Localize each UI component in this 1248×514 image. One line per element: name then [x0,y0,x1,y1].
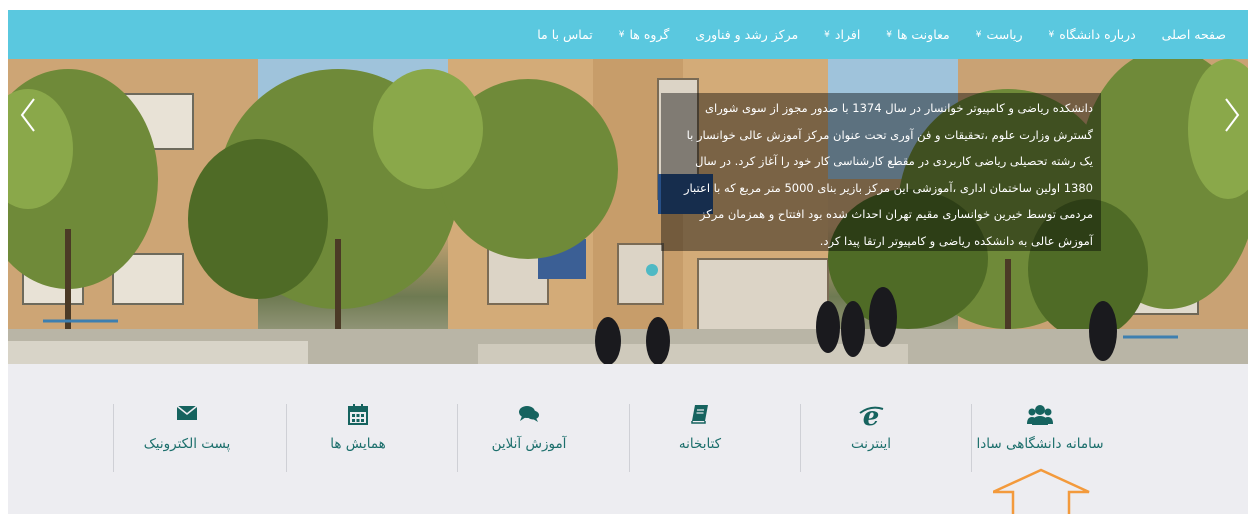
chevron-down-icon: ¥ [886,29,893,40]
divider [971,404,972,472]
divider [457,404,458,472]
nav-item-people[interactable]: افراد ¥ [824,27,860,42]
chevron-down-icon: ¥ [618,29,625,40]
nav-item-label: صفحه اصلی [1161,27,1226,42]
envelope-icon [102,404,272,428]
quick-link-label: همایش ها [330,436,386,452]
nav-item-home[interactable]: صفحه اصلی [1162,27,1226,42]
page: صفحه اصلی درباره دانشگاه ¥ ریاست ¥ معاونت … [8,10,1248,514]
slider-next-button[interactable] [1222,95,1242,135]
nav-item-presidency[interactable]: ریاست ¥ [976,27,1023,42]
internet-explorer-icon: e [786,402,956,432]
quick-link-label: پست الکترونیک [143,436,231,452]
quick-link-internet[interactable]: e اینترنت [786,402,956,468]
quick-link-label: کتابخانه [678,436,722,452]
chevron-right-icon [1225,98,1240,132]
nav-item-about[interactable]: درباره دانشگاه ¥ [1049,27,1136,42]
chevron-down-icon: ¥ [824,29,830,40]
chevron-left-icon [20,98,35,132]
users-icon [955,404,1125,428]
quick-link-label: اینترنت [850,436,892,452]
divider [113,404,114,472]
calendar-icon [273,404,443,428]
nav-item-contact[interactable]: تماس با ما [537,27,593,42]
slider-prev-button[interactable] [18,95,38,135]
arrow-up-icon [993,468,1090,514]
divider [800,404,801,472]
quick-link-email[interactable]: پست الکترونیک [102,404,272,468]
book-icon [615,404,785,428]
nav-item-label: معاونت ها [897,27,950,42]
nav-item-label: گروه ها [629,27,670,42]
slide-caption: دانشکده ریاضی و کامپیوتر خوانسار در سال … [661,93,1101,251]
quick-link-conferences[interactable]: همایش ها [273,404,443,468]
nav-item-groups[interactable]: گروه ها ¥ [619,27,670,42]
quick-link-library[interactable]: کتابخانه [615,404,785,468]
nav-item-deputies[interactable]: معاونت ها ¥ [886,27,949,42]
quick-link-sada[interactable]: سامانه دانشگاهی سادا [955,404,1125,468]
quick-link-online-education[interactable]: آموزش آنلاین [444,404,614,468]
slider-indicator-dot[interactable] [646,264,658,276]
chevron-down-icon: ¥ [975,29,982,40]
divider [629,404,630,472]
nav-item-label: درباره دانشگاه [1059,27,1136,42]
nav-item-label: مرکز رشد و فناوری [695,27,799,42]
chevron-down-icon: ¥ [1048,29,1055,40]
nav-item-label: تماس با ما [537,27,593,42]
main-nav: صفحه اصلی درباره دانشگاه ¥ ریاست ¥ معاونت … [8,10,1248,59]
hero-slider: دانشکده ریاضی و کامپیوتر خوانسار در سال … [8,59,1248,364]
nav-item-label: افراد [834,27,861,42]
nav-item-growth-center[interactable]: مرکز رشد و فناوری [695,27,798,42]
nav-item-label: ریاست [986,27,1023,42]
comments-icon [444,404,614,428]
divider [286,404,287,472]
quick-link-label: آموزش آنلاین [491,436,567,452]
quick-link-label: سامانه دانشگاهی سادا [976,436,1104,452]
